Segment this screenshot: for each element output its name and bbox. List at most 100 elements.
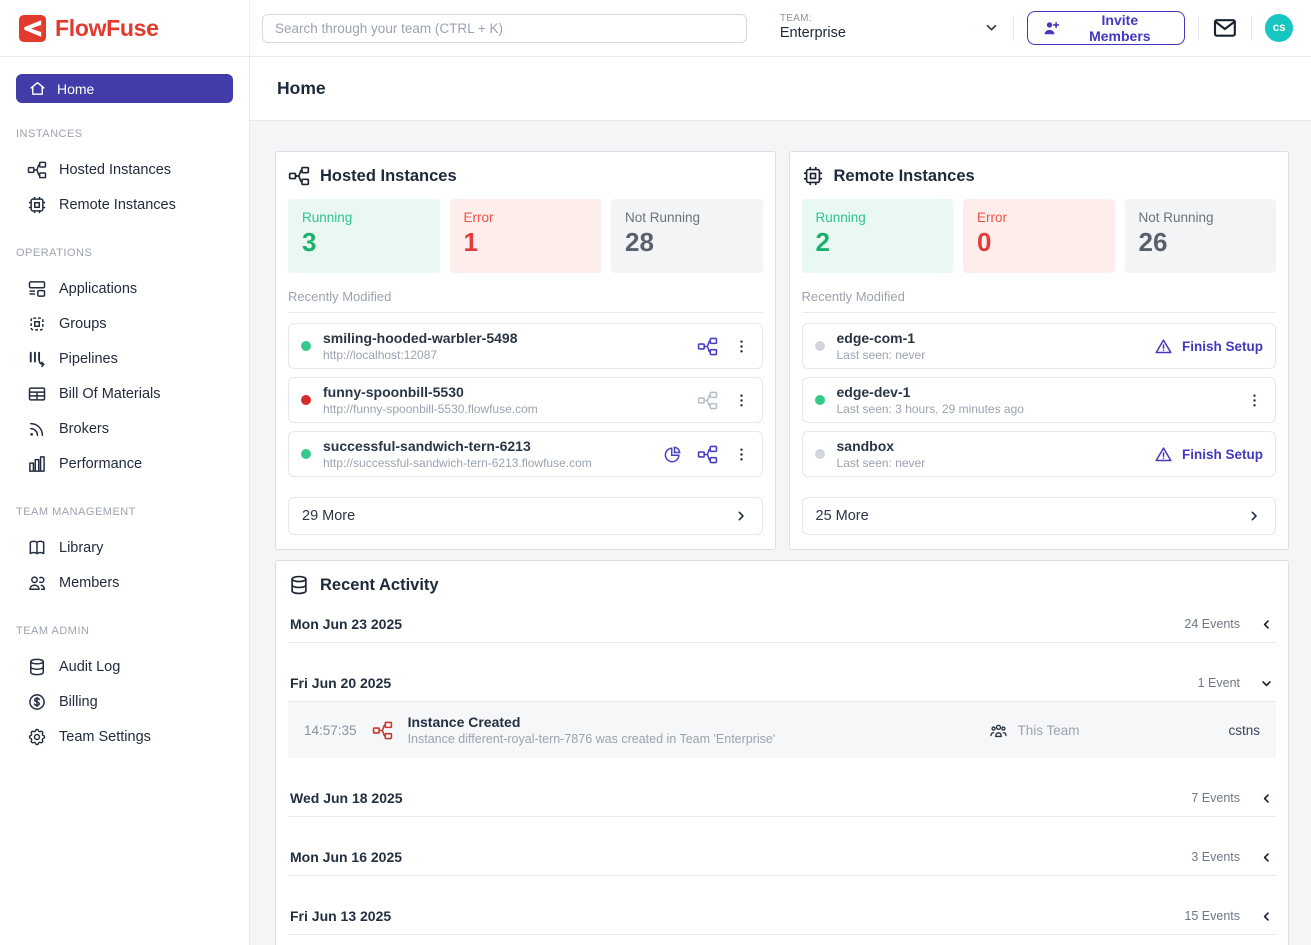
- stat-value: 2: [816, 227, 940, 258]
- activity-date-header[interactable]: Mon Jun 23 2025 24 Events: [288, 612, 1276, 643]
- sidebar-item-label: Audit Log: [59, 659, 120, 675]
- finish-setup-button[interactable]: Finish Setup: [1154, 337, 1263, 356]
- sidebar-item-applications[interactable]: Applications: [0, 271, 249, 306]
- members-icon: [27, 573, 47, 593]
- instance-row[interactable]: successful-sandwich-tern-6213 http://suc…: [288, 431, 763, 477]
- page-header: Home: [250, 57, 1311, 121]
- finish-setup-label: Finish Setup: [1182, 447, 1263, 462]
- device-row[interactable]: edge-dev-1 Last seen: 3 hours, 29 minute…: [802, 377, 1277, 423]
- brand[interactable]: FlowFuse: [0, 0, 250, 56]
- chevron-left-icon[interactable]: [1259, 617, 1274, 632]
- device-row[interactable]: sandbox Last seen: never Finish Setup: [802, 431, 1277, 477]
- chevron-left-icon[interactable]: [1259, 791, 1274, 806]
- device-name: edge-com-1: [837, 330, 926, 346]
- kebab-menu-icon[interactable]: [1246, 392, 1263, 409]
- remote-more-link[interactable]: 25 More: [802, 497, 1277, 535]
- divider: [1013, 16, 1014, 41]
- sidebar-item-label: Home: [57, 81, 94, 97]
- kebab-menu-icon[interactable]: [733, 446, 750, 463]
- hosted-more-link[interactable]: 29 More: [288, 497, 763, 535]
- divider: [1198, 16, 1199, 41]
- sidebar-item-label: Team Settings: [59, 729, 151, 745]
- sidebar-item-label: Hosted Instances: [59, 162, 171, 178]
- device-last-seen: Last seen: 3 hours, 29 minutes ago: [837, 402, 1024, 416]
- chevron-left-icon[interactable]: [1259, 850, 1274, 865]
- kebab-menu-icon[interactable]: [733, 338, 750, 355]
- status-dot-offline: [815, 341, 825, 351]
- more-label: 25 More: [816, 508, 869, 524]
- warning-icon: [1154, 337, 1173, 356]
- mail-icon[interactable]: [1212, 15, 1238, 41]
- instance-row[interactable]: smiling-hooded-warbler-5498 http://local…: [288, 323, 763, 369]
- sidebar-item-pipelines[interactable]: Pipelines: [0, 341, 249, 376]
- finish-setup-label: Finish Setup: [1182, 339, 1263, 354]
- device-last-seen: Last seen: never: [837, 456, 926, 470]
- instance-created-icon: [372, 720, 393, 741]
- sidebar-item-remote-instances[interactable]: Remote Instances: [0, 187, 249, 222]
- chevron-down-icon[interactable]: [1259, 676, 1274, 691]
- device-name: edge-dev-1: [837, 384, 1024, 400]
- sidebar-item-groups[interactable]: Groups: [0, 306, 249, 341]
- brand-name: FlowFuse: [55, 15, 159, 42]
- events-count: 7 Events: [1191, 791, 1240, 805]
- activity-group: Mon Jun 16 2025 3 Events: [288, 845, 1276, 876]
- activity-date-header[interactable]: Mon Jun 16 2025 3 Events: [288, 845, 1276, 876]
- sidebar-item-members[interactable]: Members: [0, 565, 249, 600]
- open-editor-icon[interactable]: [697, 336, 718, 357]
- applications-icon: [27, 279, 47, 299]
- activity-date-header[interactable]: Fri Jun 20 2025 1 Event: [288, 671, 1276, 702]
- sidebar-item-label: Members: [59, 575, 119, 591]
- performance-icon: [27, 454, 47, 474]
- sidebar-item-brokers[interactable]: Brokers: [0, 411, 249, 446]
- recently-modified-label: Recently Modified: [802, 289, 1277, 313]
- stat-label: Running: [816, 210, 940, 225]
- instance-row[interactable]: funny-spoonbill-5530 http://funny-spoonb…: [288, 377, 763, 423]
- finish-setup-button[interactable]: Finish Setup: [1154, 445, 1263, 464]
- events-count: 24 Events: [1184, 617, 1240, 631]
- instance-url: http://funny-spoonbill-5530.flowfuse.com: [323, 402, 538, 416]
- events-count: 3 Events: [1191, 850, 1240, 864]
- sidebar-section-instances: INSTANCES: [16, 128, 233, 140]
- sidebar-item-label: Billing: [59, 694, 98, 710]
- sidebar-item-team-settings[interactable]: Team Settings: [0, 719, 249, 754]
- team-selector[interactable]: TEAM: Enterprise: [780, 13, 1000, 42]
- sidebar-item-label: Brokers: [59, 421, 109, 437]
- invite-members-button[interactable]: Invite Members: [1027, 11, 1185, 45]
- search-input[interactable]: [262, 14, 747, 43]
- library-icon: [27, 538, 47, 558]
- activity-date: Wed Jun 18 2025: [290, 790, 403, 806]
- sidebar-item-performance[interactable]: Performance: [0, 446, 249, 481]
- status-dot-running: [301, 341, 311, 351]
- activity-date-header[interactable]: Wed Jun 18 2025 7 Events: [288, 786, 1276, 817]
- kebab-menu-icon[interactable]: [733, 392, 750, 409]
- activity-date: Fri Jun 13 2025: [290, 908, 391, 924]
- sidebar-item-hosted-instances[interactable]: Hosted Instances: [0, 152, 249, 187]
- card-title: Recent Activity: [320, 576, 439, 595]
- main-content: Home Hosted Instances Running 3: [250, 57, 1311, 945]
- sidebar-item-audit-log[interactable]: Audit Log: [0, 649, 249, 684]
- sidebar-item-billing[interactable]: Billing: [0, 684, 249, 719]
- activity-group: Mon Jun 23 2025 24 Events: [288, 612, 1276, 643]
- activity-date-header[interactable]: Fri Jun 13 2025 15 Events: [288, 904, 1276, 935]
- card-title: Hosted Instances: [320, 167, 457, 186]
- stat-label: Error: [977, 210, 1101, 225]
- sidebar-item-home[interactable]: Home: [16, 74, 233, 103]
- sidebar-item-bill-of-materials[interactable]: Bill Of Materials: [0, 376, 249, 411]
- device-row[interactable]: edge-com-1 Last seen: never Finish Setup: [802, 323, 1277, 369]
- warning-icon: [1154, 445, 1173, 464]
- user-plus-icon: [1042, 19, 1061, 38]
- team-label: TEAM:: [780, 13, 846, 25]
- open-editor-icon[interactable]: [697, 444, 718, 465]
- open-editor-icon-disabled: [697, 390, 718, 411]
- status-dot-running: [301, 449, 311, 459]
- dashboard-pie-icon[interactable]: [663, 445, 682, 464]
- chevron-left-icon[interactable]: [1259, 909, 1274, 924]
- running-stat-tile: Running 3: [288, 199, 440, 273]
- chevron-down-icon[interactable]: [983, 19, 1000, 36]
- remote-instances-icon: [802, 165, 824, 187]
- status-dot-running: [815, 395, 825, 405]
- events-count: 1 Event: [1198, 676, 1240, 690]
- sidebar-item-label: Bill Of Materials: [59, 386, 161, 402]
- sidebar-item-library[interactable]: Library: [0, 530, 249, 565]
- user-avatar[interactable]: cs: [1265, 14, 1293, 42]
